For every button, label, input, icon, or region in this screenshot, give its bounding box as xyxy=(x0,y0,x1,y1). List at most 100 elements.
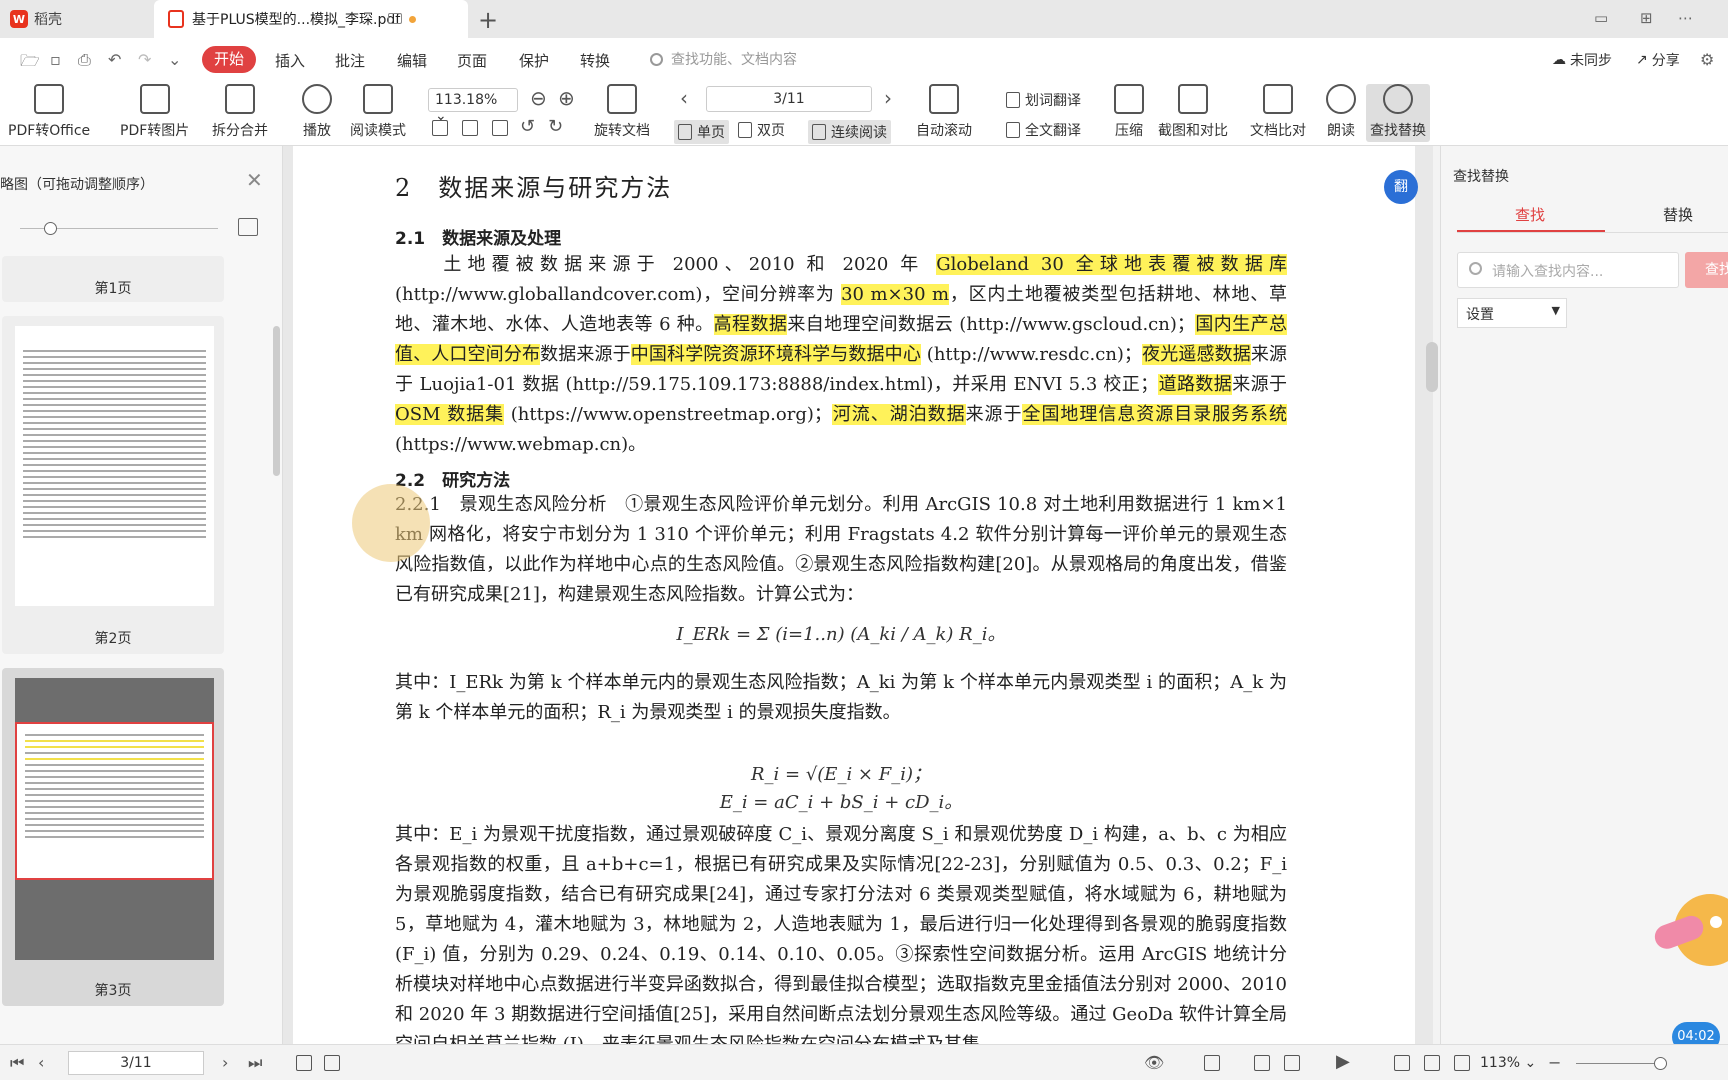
document-scrollbar[interactable] xyxy=(1426,342,1438,392)
open-file-icon[interactable]: 🗁 xyxy=(20,50,40,77)
auto-scroll-button[interactable]: 自动滚动 xyxy=(916,84,972,140)
close-icon[interactable]: ✕ xyxy=(246,168,263,192)
redo-icon[interactable]: ↷ xyxy=(138,50,151,69)
pdf-file-icon xyxy=(168,10,184,28)
fit-width-icon[interactable] xyxy=(1454,1055,1470,1071)
rotate-document-icon xyxy=(607,84,637,114)
tab-daoke[interactable]: W 稻壳 xyxy=(0,0,154,38)
tab-find[interactable]: 查找 xyxy=(1515,204,1545,225)
menu-edit[interactable]: 编辑 xyxy=(397,50,427,71)
new-tab-icon[interactable]: + xyxy=(478,6,498,34)
mascot-icon[interactable] xyxy=(1650,860,1728,980)
share-button[interactable]: ↗ 分享 xyxy=(1636,50,1680,70)
actual-size-icon[interactable] xyxy=(432,120,448,136)
double-page-button[interactable]: 双页 xyxy=(738,120,785,140)
undo-icon[interactable]: ↶ xyxy=(108,50,121,69)
prev-page-icon[interactable]: ‹ xyxy=(680,86,688,110)
play-icon[interactable]: ▶ xyxy=(1336,1051,1350,1072)
next-page-icon[interactable]: › xyxy=(222,1053,228,1072)
find-replace-button[interactable]: 查找替换 xyxy=(1366,84,1430,142)
zoom-select[interactable]: 113.18% ⌄ xyxy=(428,88,518,124)
menu-protect[interactable]: 保护 xyxy=(519,50,549,71)
settings-select[interactable]: 设置 ▼ xyxy=(1457,298,1567,328)
sidebar-scrollbar[interactable] xyxy=(273,326,280,476)
thumbnail-page-3[interactable]: 第3页 xyxy=(2,668,224,1006)
zoom-in-icon[interactable]: ⊕ xyxy=(558,86,575,110)
image-icon[interactable] xyxy=(238,218,258,236)
chevron-down-icon[interactable]: ⌄ xyxy=(168,50,181,69)
word-translate-button[interactable]: 划词翻译 xyxy=(1006,90,1081,110)
last-page-icon[interactable]: ⏭ xyxy=(248,1053,262,1073)
paragraph-text: (http://www.resdc.cn)； xyxy=(920,344,1142,365)
doc-compare-button[interactable]: 文档比对 xyxy=(1250,84,1306,140)
toolbar-toggle-icon[interactable] xyxy=(1204,1055,1220,1071)
menu-convert[interactable]: 转换 xyxy=(580,50,610,71)
single-page-view-icon[interactable] xyxy=(1254,1055,1270,1071)
full-translate-button[interactable]: 全文翻译 xyxy=(1006,120,1081,140)
panel-title[interactable]: 查找替换 xyxy=(1453,166,1509,186)
zoom-out-icon[interactable]: − xyxy=(1548,1053,1561,1072)
screenshot-compare-button[interactable]: 截图和对比 xyxy=(1158,84,1228,140)
prev-page-icon[interactable]: ‹ xyxy=(38,1053,44,1072)
continuous-read-button[interactable]: 连续阅读 xyxy=(808,120,891,144)
status-zoom[interactable]: 113% ⌄ xyxy=(1480,1055,1536,1071)
layout-icon[interactable]: ▭ xyxy=(1594,9,1608,27)
thumbnail-image xyxy=(15,678,214,960)
settings-icon[interactable]: ⚙ xyxy=(1700,50,1714,69)
paragraph-text: (https://www.webmap.cn)。 xyxy=(395,434,647,455)
status-page-input[interactable]: 3/11 xyxy=(68,1051,204,1075)
single-page-button[interactable]: 单页 xyxy=(674,120,729,144)
rotate-document-button[interactable]: 旋转文档 xyxy=(594,84,650,140)
save-icon[interactable]: ▫ xyxy=(50,50,61,69)
double-page-view-icon[interactable] xyxy=(1284,1055,1300,1071)
print-icon[interactable]: ⎙ xyxy=(78,50,91,70)
find-input[interactable]: 请输入查找内容... xyxy=(1457,252,1679,288)
fit-page-icon[interactable] xyxy=(462,120,478,136)
menu-annotate[interactable]: 批注 xyxy=(335,50,365,71)
next-page-icon[interactable]: › xyxy=(884,86,892,110)
translate-icon xyxy=(1006,92,1020,108)
auto-scroll-icon xyxy=(929,84,959,114)
menu-home[interactable]: 开始 xyxy=(202,46,256,73)
read-mode-button[interactable]: 阅读模式 xyxy=(350,84,406,140)
page-number-input[interactable]: 3/11 xyxy=(706,86,872,112)
menu-page[interactable]: 页面 xyxy=(457,50,487,71)
thumbnail-page-2[interactable]: 第2页 xyxy=(2,316,224,654)
thumbnail-size-slider[interactable] xyxy=(44,222,57,235)
highlighted-text: 高程数据 xyxy=(713,314,788,335)
play-button[interactable]: 播放 xyxy=(302,84,332,140)
user-icon[interactable]: ⋯ xyxy=(1678,9,1693,27)
split-merge-button[interactable]: 拆分合并 xyxy=(212,84,268,140)
pdf-to-office-button[interactable]: PDF转Office xyxy=(8,84,90,140)
first-page-icon[interactable]: ⏮ xyxy=(10,1053,24,1073)
rotate-left-icon[interactable]: ↺ xyxy=(520,116,535,137)
paragraph-text: (https://www.openstreetmap.org)； xyxy=(504,404,832,425)
sync-button[interactable]: ☁ 未同步 xyxy=(1552,50,1612,70)
read-mode-label: 阅读模式 xyxy=(350,123,406,139)
paragraph-text: 来源于 xyxy=(1232,374,1288,395)
find-button[interactable]: 查找 xyxy=(1685,252,1728,288)
function-search[interactable]: 查找功能、文档内容 xyxy=(650,49,797,69)
rotate-right-icon[interactable]: ↻ xyxy=(548,116,563,137)
screen-icon[interactable] xyxy=(388,13,402,24)
paragraph-formula-explain: 其中：I_ERk 为第 k 个样本单元内的景观生态风险指数；A_ki 为第 k … xyxy=(395,672,1287,723)
thumbnail-page-1[interactable]: 第1页 xyxy=(2,256,224,302)
fit-page-icon[interactable] xyxy=(1424,1055,1440,1071)
compress-button[interactable]: 压缩 xyxy=(1114,84,1144,140)
back-icon[interactable] xyxy=(296,1055,312,1071)
fit-width-icon[interactable] xyxy=(492,120,508,136)
word-translate-label: 划词翻译 xyxy=(1025,93,1081,109)
eye-icon[interactable]: 👁 xyxy=(1144,1053,1164,1072)
forward-icon[interactable] xyxy=(324,1055,340,1071)
zoom-out-icon[interactable]: ⊖ xyxy=(530,86,547,110)
read-aloud-button[interactable]: 朗读 xyxy=(1326,84,1356,140)
translate-float-button[interactable]: 翻 xyxy=(1384,170,1418,204)
tab-pdf-document[interactable]: 基于PLUS模型的...模拟_李琛.pdf xyxy=(154,0,468,38)
grid-icon[interactable]: ⊞ xyxy=(1640,9,1653,27)
menu-insert[interactable]: 插入 xyxy=(275,50,305,71)
actual-size-icon[interactable] xyxy=(1394,1055,1410,1071)
chevron-down-icon: ▼ xyxy=(1551,304,1560,317)
tab-replace[interactable]: 替换 xyxy=(1663,204,1693,225)
zoom-slider[interactable] xyxy=(1654,1057,1667,1070)
pdf-to-image-button[interactable]: PDF转图片 xyxy=(120,84,189,140)
